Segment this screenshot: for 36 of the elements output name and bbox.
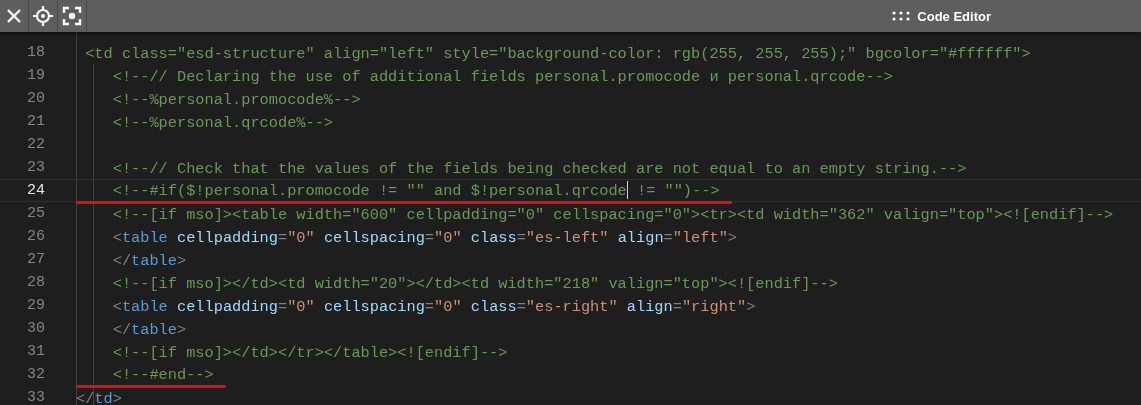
line-number: 28 [26,274,45,291]
code-line: <!--%personal.promocode%--> [111,90,361,110]
line-number: 29 [26,297,45,314]
code-line: <!--// Declaring the use of additional fields personal.promocode и personal.qrcode--> [111,67,893,87]
line-number: 18 [26,44,45,61]
code-line: </table> [111,251,187,271]
code-line: <table cellpadding="0" cellspacing="0" class="es-right" align="right"> [111,297,756,317]
line-number: 24 [26,182,45,199]
code-line: <!--[if mso]><table width="600" cellpadding="0" cellspacing="0"><tr><td width="362" valign="top"><![endif]--> [111,205,1114,225]
code-line: <!--%personal.qrcode%--> [111,113,334,133]
line-number: 27 [26,251,45,268]
line-number: 26 [26,228,45,245]
line-number: 30 [26,320,45,337]
code-line: <table cellpadding="0" cellspacing="0" class="es-left" align="left"> [111,228,737,248]
line-number: 20 [26,90,45,107]
line-number: 19 [26,67,45,84]
code-line: <!--#end--> [111,364,214,385]
code-line: </table> [111,320,187,340]
code-line: <!--[if mso]></td></tr></table><![endif]--> [111,343,508,363]
line-number: 21 [26,113,45,130]
code-line: </td> [76,389,122,405]
code-line: <td class="esd-structure" align="left" style="background-color: rgb(255, 255, 255);" bgcolor="#ffffff"> [84,44,1031,64]
close-icon [6,8,22,24]
code-line: <!--[if mso]></td><td width="20"></td><td width="218" valign="top"><![endif]--> [111,274,838,294]
code-line: <!--// Check that the values of the fields being checked are not equal to an empty string.--> [111,159,967,179]
line-number: 33 [26,389,45,405]
window-title: Code Editor [917,8,991,24]
line-number: 32 [26,366,45,383]
code-line: <!--#if($!personal.promocode != "" and $!personal.qrcode != "")--> [111,180,720,201]
grip-icon [892,11,911,21]
line-number: 23 [26,159,45,176]
line-number: 25 [26,205,45,222]
focus-icon [62,6,82,26]
crosshair-icon [33,6,53,26]
line-number: 22 [26,136,45,153]
line-number: 31 [26,343,45,360]
